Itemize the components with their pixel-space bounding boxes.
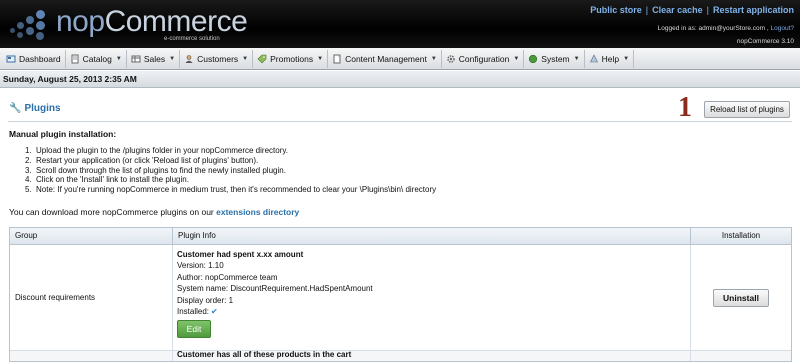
column-header-plugin-info: Plugin Info	[173, 228, 691, 244]
step-text: Restart your application (or click 'Relo…	[36, 155, 259, 165]
list-item: 2. Restart your application (or click 'Re…	[25, 155, 259, 165]
list-item: 1. Upload the plugin to the /plugins fold…	[25, 146, 288, 155]
brand-tagline: e-commerce solution	[164, 36, 220, 42]
installed-label: Installed:	[177, 307, 210, 317]
edit-button[interactable]: Edit	[177, 320, 211, 339]
menu-label: Catalog	[82, 53, 112, 64]
promotions-icon	[257, 54, 267, 63]
list-item: 4. Click on the 'Install' link to install…	[25, 175, 189, 185]
public-store-link[interactable]: Public store	[590, 5, 642, 15]
list-item: 5. Note: If you're running nopCommerce in…	[25, 185, 437, 195]
plugins-table: Group Plugin Info Installation Discount …	[9, 227, 792, 362]
menu-help[interactable]: Help ▼	[585, 49, 635, 68]
brand-name: nopCommerce	[56, 5, 248, 39]
configuration-icon	[447, 54, 455, 63]
table-header: Group Plugin Info Installation	[10, 228, 791, 245]
menu-label: Content Management	[345, 53, 427, 64]
plugin-author: Author: nopCommerce team	[177, 272, 278, 282]
plugin-system-name: System name: DiscountRequirement.HadSpen…	[177, 284, 373, 294]
installation-cell: Uninstall	[691, 245, 791, 350]
menu-promotions[interactable]: Promotions ▼	[253, 49, 329, 68]
menu-customers[interactable]: Customers ▼	[180, 49, 254, 68]
brand-prefix: nop	[56, 5, 105, 38]
content-icon	[333, 54, 341, 63]
logout-link[interactable]: Logout?	[771, 25, 795, 32]
menu-label: Customers	[197, 53, 239, 64]
current-date: Sunday, August 25, 2013 2:35 AM	[0, 71, 800, 88]
chevron-down-icon: ▼	[115, 55, 122, 62]
system-icon	[529, 54, 538, 63]
column-header-group: Group	[10, 228, 173, 244]
menu-sales[interactable]: Sales ▼	[127, 49, 181, 68]
plugin-group: Discount requirements	[10, 245, 173, 350]
logged-in-info: Logged in as: admin@yourStore.com , Logo…	[658, 25, 794, 32]
uninstall-button[interactable]: Uninstall	[713, 288, 769, 307]
wrench-icon: 🔧	[9, 103, 22, 114]
chevron-down-icon: ▼	[573, 55, 580, 62]
catalog-icon	[71, 54, 79, 63]
reload-plugins-button[interactable]: Reload list of plugins	[704, 101, 790, 118]
extensions-directory-link[interactable]: extensions directory	[216, 207, 299, 217]
step-text: Upload the plugin to the /plugins folder…	[36, 146, 288, 155]
step-text: Scroll down through the list of plugins …	[36, 165, 286, 175]
checkmark-icon: ✔	[211, 307, 218, 317]
download-text: You can download more nopCommerce plugin…	[9, 207, 214, 217]
header-links: Public store | Clear cache | Restart applica…	[590, 5, 794, 15]
main-menu: Dashboard Catalog ▼ Sales ▼ Customers ▼ Pro…	[0, 48, 800, 70]
menu-label: System	[541, 53, 570, 64]
menu-configuration[interactable]: Configuration ▼	[442, 49, 525, 68]
menu-catalog[interactable]: Catalog ▼	[66, 49, 127, 68]
chevron-down-icon: ▼	[169, 55, 176, 62]
menu-dashboard[interactable]: Dashboard	[2, 49, 66, 68]
chevron-down-icon: ▼	[242, 55, 249, 62]
menu-label: Configuration	[458, 53, 510, 64]
version-label: nopCommerce 3.10	[736, 38, 794, 45]
sales-icon	[131, 55, 141, 62]
download-note: You can download more nopCommerce plugin…	[9, 207, 299, 217]
plugin-installed: Installed: ✔	[177, 306, 690, 317]
nopcommerce-logo-icon	[8, 6, 52, 42]
help-icon	[589, 53, 598, 62]
divider	[8, 121, 792, 122]
menu-content-management[interactable]: Content Management ▼	[328, 49, 442, 68]
annotation-number: 1	[678, 92, 692, 123]
plugin-version: Version: 1.10	[177, 261, 224, 271]
plugin-display-order: Display order: 1	[177, 295, 234, 305]
chevron-down-icon: ▼	[430, 55, 437, 62]
restart-application-link[interactable]: Restart application	[713, 5, 794, 15]
chevron-down-icon: ▼	[513, 55, 520, 62]
column-header-installation: Installation	[721, 231, 761, 240]
menu-label: Dashboard	[19, 53, 61, 64]
table-row: Customer has all of these products in th…	[10, 351, 791, 361]
page-title: 🔧 Plugins	[9, 103, 61, 114]
plugin-title: Customer has all of these products in th…	[173, 351, 691, 361]
page-title-text: Plugins	[24, 103, 61, 114]
step-text: Click on the 'Install' link to install t…	[36, 175, 189, 185]
logged-in-label: Logged in as: admin@yourStore.com ,	[657, 25, 769, 32]
dashboard-icon	[6, 55, 16, 62]
plugin-title: Customer had spent x.xx amount	[177, 250, 304, 259]
menu-label: Sales	[143, 53, 166, 64]
install-steps: 1. Upload the plugin to the /plugins fold…	[25, 146, 436, 195]
menu-label: Help	[601, 53, 620, 64]
plugin-group	[10, 351, 173, 361]
installation-cell	[691, 351, 791, 361]
customers-icon	[185, 54, 193, 63]
brand-suffix: Commerce	[104, 5, 248, 38]
table-row: Discount requirements Customer had spent…	[10, 245, 791, 351]
chevron-down-icon: ▼	[317, 55, 324, 62]
step-text: Note: If you're running nopCommerce in m…	[36, 185, 437, 195]
manual-install-title: Manual plugin installation:	[9, 129, 117, 139]
plugin-info: Customer had spent x.xx amount Version: …	[173, 245, 691, 350]
clear-cache-link[interactable]: Clear cache	[652, 5, 703, 15]
menu-system[interactable]: System ▼	[524, 49, 585, 68]
list-item: 3. Scroll down through the list of plugin…	[25, 165, 286, 175]
admin-header: nopCommerce e-commerce solution Public s…	[0, 0, 800, 48]
chevron-down-icon: ▼	[623, 55, 630, 62]
menu-label: Promotions	[270, 53, 314, 64]
